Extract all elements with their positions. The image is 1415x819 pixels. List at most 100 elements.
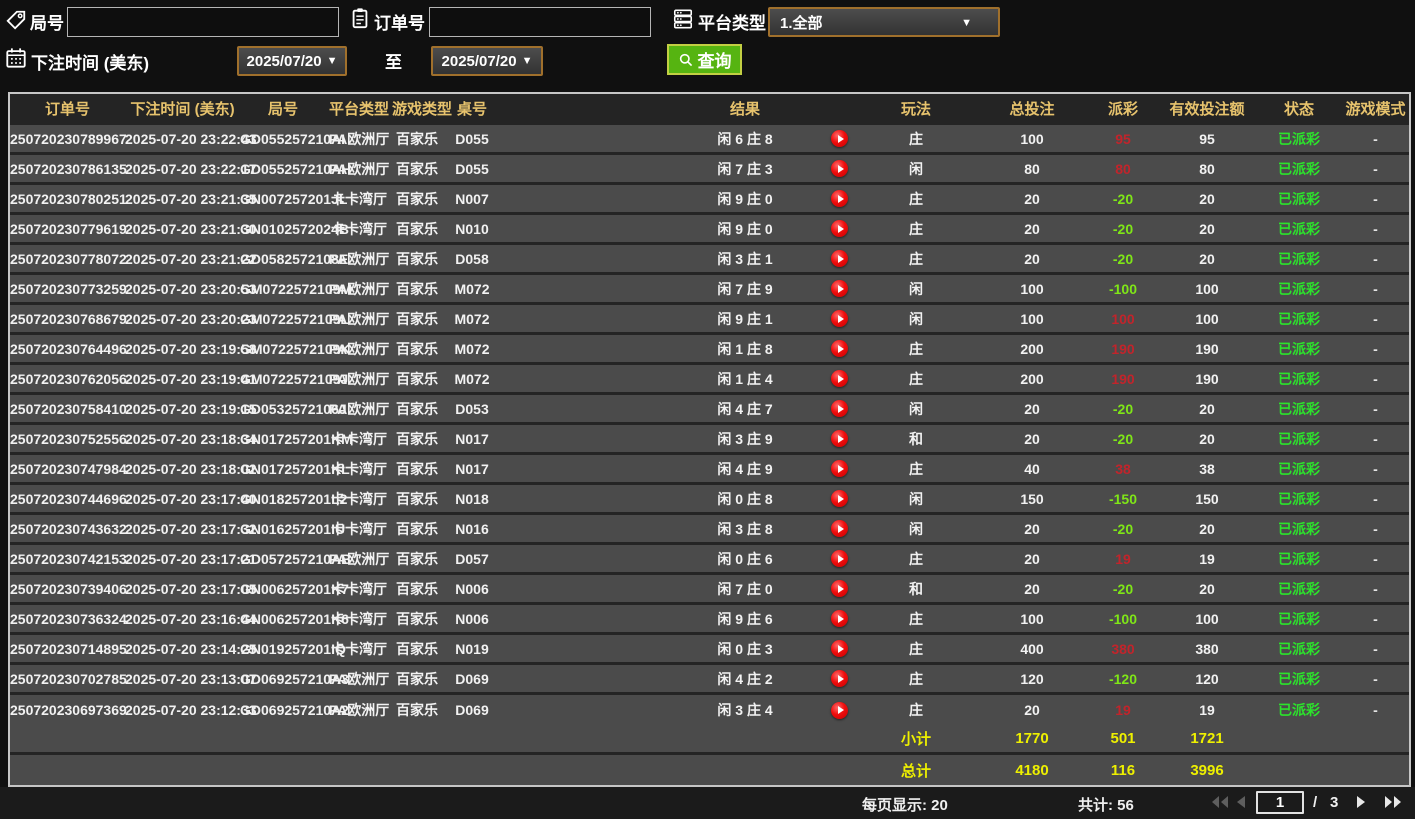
cell-game-type: 百家乐 — [396, 250, 438, 267]
date-to-select[interactable]: 2025/07/20 ▼ — [431, 46, 543, 76]
cell-game-mode: - — [1373, 520, 1378, 537]
cell-table-no: D053 — [455, 400, 489, 417]
next-page-button[interactable] — [1356, 795, 1366, 809]
cell-total-bet: 150 — [1020, 490, 1044, 507]
cell-total-bet: 40 — [1024, 460, 1040, 477]
col-header-status: 状态 — [1283, 100, 1314, 118]
prev-page-button[interactable] — [1236, 795, 1246, 809]
cell-bet-on: 和 — [909, 580, 923, 597]
cell-game-no: GN016257201IU — [240, 520, 346, 537]
col-header-game-mode: 游戏模式 — [1345, 100, 1406, 118]
replay-button[interactable] — [830, 130, 848, 147]
cell-total-bet: 80 — [1024, 160, 1040, 177]
cell-valid-bet: 20 — [1199, 520, 1215, 537]
replay-button[interactable] — [830, 430, 848, 447]
replay-button[interactable] — [830, 400, 848, 417]
cell-payout: 380 — [1111, 640, 1135, 657]
replay-button[interactable] — [830, 550, 848, 567]
replay-button[interactable] — [830, 580, 848, 597]
game-no-input[interactable] — [67, 7, 339, 37]
cell-game-mode: - — [1373, 430, 1378, 447]
next-page-icon — [1357, 796, 1365, 808]
play-icon — [830, 280, 848, 297]
cell-order-no: 250720230778072 — [10, 250, 127, 267]
cell-status: 已派彩 — [1278, 400, 1320, 417]
cell-bet-time: 2025-07-20 23:18:02 — [125, 460, 257, 477]
cell-platform: 卡卡湾厅 — [331, 580, 387, 597]
first-page-button[interactable] — [1211, 795, 1229, 809]
cell-bet-on: 闲 — [909, 400, 923, 417]
replay-button[interactable] — [830, 701, 848, 719]
replay-button[interactable] — [830, 370, 848, 387]
replay-button[interactable] — [830, 220, 848, 237]
last-page-button[interactable] — [1384, 795, 1402, 809]
replay-button[interactable] — [830, 190, 848, 207]
cell-bet-on: 庄 — [909, 702, 923, 718]
cell-platform: PA欧洲厅 — [328, 160, 390, 177]
cell-total-bet: 200 — [1020, 340, 1044, 357]
replay-button[interactable] — [830, 640, 848, 657]
cell-bet-time: 2025-07-20 23:16:44 — [125, 610, 257, 627]
cell-total-bet: 20 — [1024, 400, 1040, 417]
cell-valid-bet: 19 — [1199, 702, 1215, 718]
cell-status: 已派彩 — [1278, 250, 1320, 267]
replay-button[interactable] — [830, 490, 848, 507]
cell-payout: 190 — [1111, 370, 1135, 387]
cell-game-type: 百家乐 — [396, 310, 438, 327]
cell-game-type: 百家乐 — [396, 460, 438, 477]
replay-button[interactable] — [830, 610, 848, 627]
cell-table-no: M072 — [454, 370, 490, 387]
cell-valid-bet: 150 — [1195, 490, 1219, 507]
cell-game-mode: - — [1373, 130, 1378, 147]
replay-button[interactable] — [830, 250, 848, 267]
play-icon — [830, 520, 848, 537]
replay-button[interactable] — [830, 460, 848, 477]
replay-button[interactable] — [830, 520, 848, 537]
server-list-icon — [673, 9, 693, 29]
play-icon — [830, 460, 848, 477]
subtotal-payout: 501 — [1110, 730, 1136, 747]
play-icon — [830, 400, 848, 417]
cell-status: 已派彩 — [1278, 130, 1320, 147]
platform-type-select[interactable]: 1.全部 ▼ — [768, 7, 1000, 37]
cell-game-type: 百家乐 — [396, 280, 438, 297]
table-row: 250720230758410 2025-07-20 23:19:15 GD05… — [10, 395, 1409, 425]
page-number-input[interactable] — [1256, 791, 1304, 814]
cell-platform: PA欧洲厅 — [328, 370, 390, 387]
replay-button[interactable] — [830, 340, 848, 357]
cell-table-no: N007 — [455, 190, 489, 207]
cell-status: 已派彩 — [1278, 220, 1320, 237]
cell-game-mode: - — [1373, 190, 1378, 207]
cell-bet-on: 庄 — [909, 610, 923, 627]
bet-time-label: 下注时间 (美东) — [31, 54, 150, 73]
cell-game-type: 百家乐 — [396, 190, 438, 207]
cell-platform: PA欧洲厅 — [328, 250, 390, 267]
cell-table-no: D069 — [455, 670, 489, 687]
cell-status: 已派彩 — [1278, 580, 1320, 597]
cell-valid-bet: 100 — [1195, 280, 1219, 297]
date-from-select[interactable]: 2025/07/20 ▼ — [237, 46, 347, 76]
date-from-value: 2025/07/20 — [246, 52, 322, 70]
cell-status: 已派彩 — [1278, 550, 1320, 567]
cell-payout: 190 — [1111, 340, 1135, 357]
replay-button[interactable] — [830, 160, 848, 177]
cell-payout: 80 — [1115, 160, 1131, 177]
play-icon — [830, 580, 848, 597]
table-row: 250720230762056 2025-07-20 23:19:41 GM07… — [10, 365, 1409, 395]
replay-button[interactable] — [830, 280, 848, 297]
play-icon — [830, 610, 848, 627]
cell-game-type: 百家乐 — [396, 160, 438, 177]
cell-total-bet: 120 — [1020, 670, 1044, 687]
cell-total-bet: 100 — [1020, 610, 1044, 627]
cell-bet-time: 2025-07-20 23:17:32 — [125, 520, 257, 537]
order-no-input[interactable] — [429, 7, 651, 37]
replay-button[interactable] — [830, 670, 848, 687]
cell-game-no: GM0722572109L — [240, 310, 349, 327]
cell-order-no: 250720230744696 — [10, 490, 127, 507]
search-button[interactable]: 查询 — [667, 44, 742, 75]
cell-payout: -120 — [1108, 670, 1138, 687]
cell-status: 已派彩 — [1278, 370, 1320, 387]
replay-button[interactable] — [830, 310, 848, 327]
table-row: 250720230736324 2025-07-20 23:16:44 GN00… — [10, 605, 1409, 635]
cell-game-mode: - — [1373, 220, 1378, 237]
